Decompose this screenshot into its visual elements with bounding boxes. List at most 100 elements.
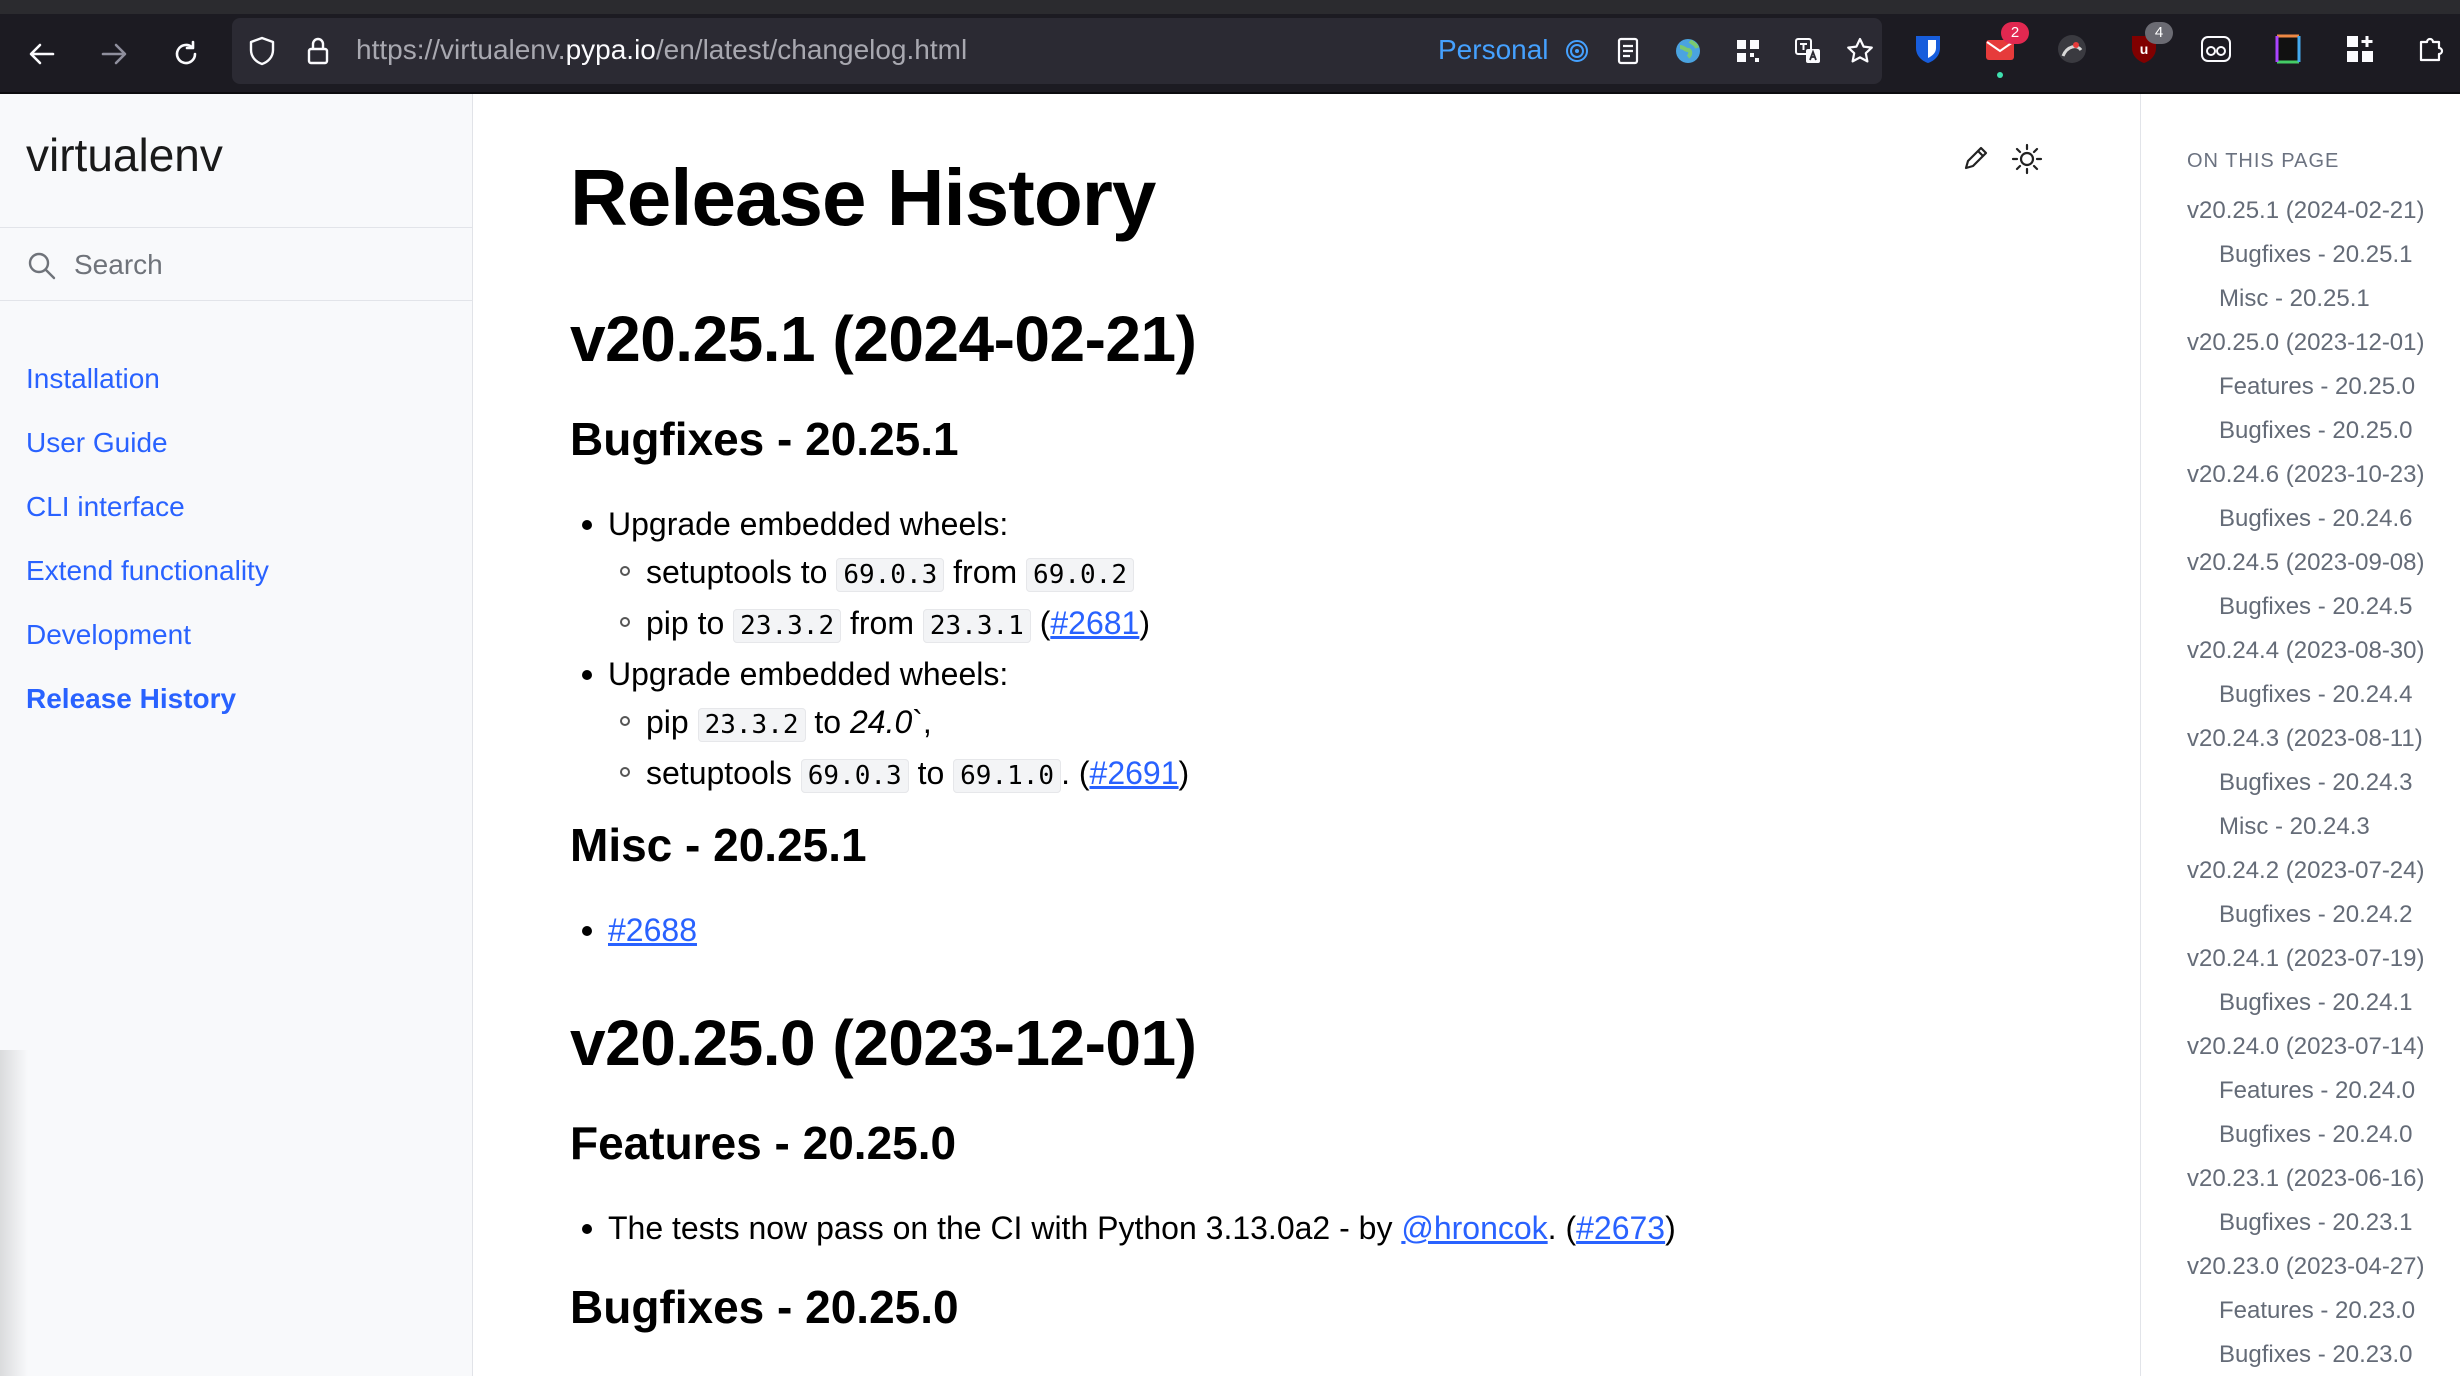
container-label[interactable]: Personal xyxy=(1438,34,1590,66)
toc-item[interactable]: v20.24.0 (2023-07-14) xyxy=(2187,1032,2425,1076)
sidebar-item-development[interactable]: Development xyxy=(26,618,269,682)
theme-toggle-button[interactable] xyxy=(2010,142,2050,182)
edit-page-button[interactable] xyxy=(1960,142,2000,182)
tracking-shield-icon[interactable] xyxy=(246,35,278,67)
site-brand[interactable]: virtualenv xyxy=(26,128,223,182)
list-item: The tests now pass on the CI with Python… xyxy=(570,1204,1676,1252)
bugfix-list: Upgrade embedded wheels: setuptools to 6… xyxy=(570,500,1189,800)
list-subitem: pip to 23.3.2 from 23.3.1 (#2681) xyxy=(570,599,1189,650)
toc-item[interactable]: v20.23.1 (2023-06-16) xyxy=(2187,1164,2425,1208)
inline-code: 69.0.3 xyxy=(836,558,945,592)
text-fragment: pip to xyxy=(646,605,734,641)
toc-item[interactable]: Features - 20.23.0 xyxy=(2187,1296,2425,1340)
section-heading: Misc - 20.25.1 xyxy=(570,819,867,871)
toc-item[interactable]: Bugfixes - 20.24.5 xyxy=(2187,592,2425,636)
mail-extension[interactable]: 2 xyxy=(1981,22,2029,78)
url-bar[interactable]: https://virtualenv.pypa.io/en/latest/cha… xyxy=(232,18,1882,84)
release-heading: v20.25.0 (2023-12-01) xyxy=(570,1007,1197,1079)
search-input[interactable] xyxy=(72,242,456,288)
toc-item[interactable]: v20.24.6 (2023-10-23) xyxy=(2187,460,2425,504)
lock-icon[interactable] xyxy=(302,35,334,67)
text-fragment: setuptools xyxy=(646,755,801,791)
search-box[interactable] xyxy=(0,228,472,300)
sidebar-item-user-guide[interactable]: User Guide xyxy=(26,426,269,490)
list-subitem: pip 23.3.2 to 24.0`, xyxy=(570,698,1189,749)
text-fragment: `, xyxy=(912,704,932,740)
toc-item[interactable]: v20.25.0 (2023-12-01) xyxy=(2187,328,2425,372)
toc-item[interactable]: v20.25.1 (2024-02-21) xyxy=(2187,196,2425,240)
issue-link[interactable]: #2681 xyxy=(1050,605,1139,641)
reload-button[interactable] xyxy=(164,32,208,76)
text-fragment: ) xyxy=(1178,755,1190,791)
apps-grid-icon xyxy=(2347,36,2373,62)
toc-item[interactable]: Bugfixes - 20.24.4 xyxy=(2187,680,2425,724)
reader-view-icon[interactable] xyxy=(1612,35,1644,67)
sidebar-item-installation[interactable]: Installation xyxy=(26,362,269,426)
sidebar-item-extend-functionality[interactable]: Extend functionality xyxy=(26,554,269,618)
toc-item[interactable]: Bugfixes - 20.24.6 xyxy=(2187,504,2425,548)
toc-item[interactable]: Bugfixes - 20.25.0 xyxy=(2187,416,2425,460)
back-button[interactable] xyxy=(20,32,64,76)
sidebar-divider xyxy=(0,300,472,301)
toc-title: ON THIS PAGE xyxy=(2187,150,2340,172)
text-fragment: . ( xyxy=(1061,755,1090,791)
avatar-extension[interactable] xyxy=(2053,30,2091,68)
qr-code-icon[interactable] xyxy=(1732,35,1764,67)
toc-item[interactable]: v20.24.5 (2023-09-08) xyxy=(2187,548,2425,592)
toc-item[interactable]: Bugfixes - 20.24.2 xyxy=(2187,900,2425,944)
inline-code: 23.3.1 xyxy=(922,609,1031,643)
text-fragment: to xyxy=(805,704,850,740)
issue-link[interactable]: #2691 xyxy=(1090,755,1179,791)
text-fragment: from xyxy=(944,554,1027,590)
toc-item[interactable]: Bugfixes - 20.24.0 xyxy=(2187,1120,2425,1164)
list-item-text: Upgrade embedded wheels: xyxy=(608,506,1009,542)
text-fragment: pip xyxy=(646,704,698,740)
list-item: Upgrade embedded wheels: xyxy=(570,650,1189,698)
url-host: pypa.io xyxy=(565,34,656,65)
bitwarden-shield-icon xyxy=(1916,36,1940,63)
glasses-extension[interactable] xyxy=(2197,30,2235,68)
toc-item[interactable]: Bugfixes - 20.25.1 xyxy=(2187,240,2425,284)
url-path: /en/latest/changelog.html xyxy=(655,34,968,65)
author-link[interactable]: @hroncok xyxy=(1401,1210,1547,1246)
toc-item[interactable]: Misc - 20.24.3 xyxy=(2187,812,2425,856)
extensions-puzzle-button[interactable] xyxy=(2413,30,2451,68)
edge-shadow xyxy=(0,1050,28,1376)
toc-item[interactable]: v20.24.4 (2023-08-30) xyxy=(2187,636,2425,680)
list-subitem: setuptools to 69.0.3 from 69.0.2 xyxy=(570,548,1189,599)
issue-link[interactable]: #2673 xyxy=(1576,1210,1665,1246)
toc-item[interactable]: Features - 20.24.0 xyxy=(2187,1076,2425,1120)
bookmark-star-icon[interactable] xyxy=(1844,35,1876,67)
arrow-left-icon xyxy=(29,43,55,65)
toc-item[interactable]: v20.23.0 (2023-04-27) xyxy=(2187,1252,2425,1296)
toc-item[interactable]: Bugfixes - 20.23.1 xyxy=(2187,1208,2425,1252)
sidebar-item-release-history[interactable]: Release History xyxy=(26,682,269,746)
inline-code: 69.1.0 xyxy=(953,759,1062,793)
section-heading: Features - 20.25.0 xyxy=(570,1117,957,1169)
sun-icon xyxy=(2011,143,2043,175)
window-top-strip xyxy=(0,0,2460,14)
toc-item[interactable]: v20.24.1 (2023-07-19) xyxy=(2187,944,2425,988)
bitwarden-extension[interactable] xyxy=(1909,30,1947,68)
forward-button[interactable] xyxy=(92,32,136,76)
toc-item[interactable]: Bugfixes - 20.24.1 xyxy=(2187,988,2425,1032)
sidebar-nav: Installation User Guide CLI interface Ex… xyxy=(26,362,269,746)
toc-item[interactable]: Bugfixes - 20.24.3 xyxy=(2187,768,2425,812)
toc-item[interactable]: Bugfixes - 20.23.0 xyxy=(2187,1340,2425,1384)
toc-item[interactable]: Misc - 20.25.1 xyxy=(2187,284,2425,328)
svg-text:u: u xyxy=(2140,41,2149,57)
ublock-extension[interactable]: u 4 xyxy=(2125,22,2173,68)
toc-item[interactable]: v20.24.2 (2023-07-24) xyxy=(2187,856,2425,900)
translate-icon[interactable] xyxy=(1792,35,1824,67)
list-item: #2688 xyxy=(570,906,697,954)
url-text[interactable]: https://virtualenv.pypa.io/en/latest/cha… xyxy=(356,34,967,66)
toc-item[interactable]: v20.24.3 (2023-08-11) xyxy=(2187,724,2425,768)
globe-icon[interactable] xyxy=(1672,35,1704,67)
sidebar-item-cli-interface[interactable]: CLI interface xyxy=(26,490,269,554)
extensions-grid-button[interactable] xyxy=(2341,30,2379,68)
issue-link[interactable]: #2688 xyxy=(608,912,697,948)
toc-item[interactable]: Features - 20.25.0 xyxy=(2187,372,2425,416)
inline-code: 69.0.3 xyxy=(800,759,909,793)
inline-code: 23.3.2 xyxy=(697,708,806,742)
color-extension[interactable] xyxy=(2269,30,2307,68)
